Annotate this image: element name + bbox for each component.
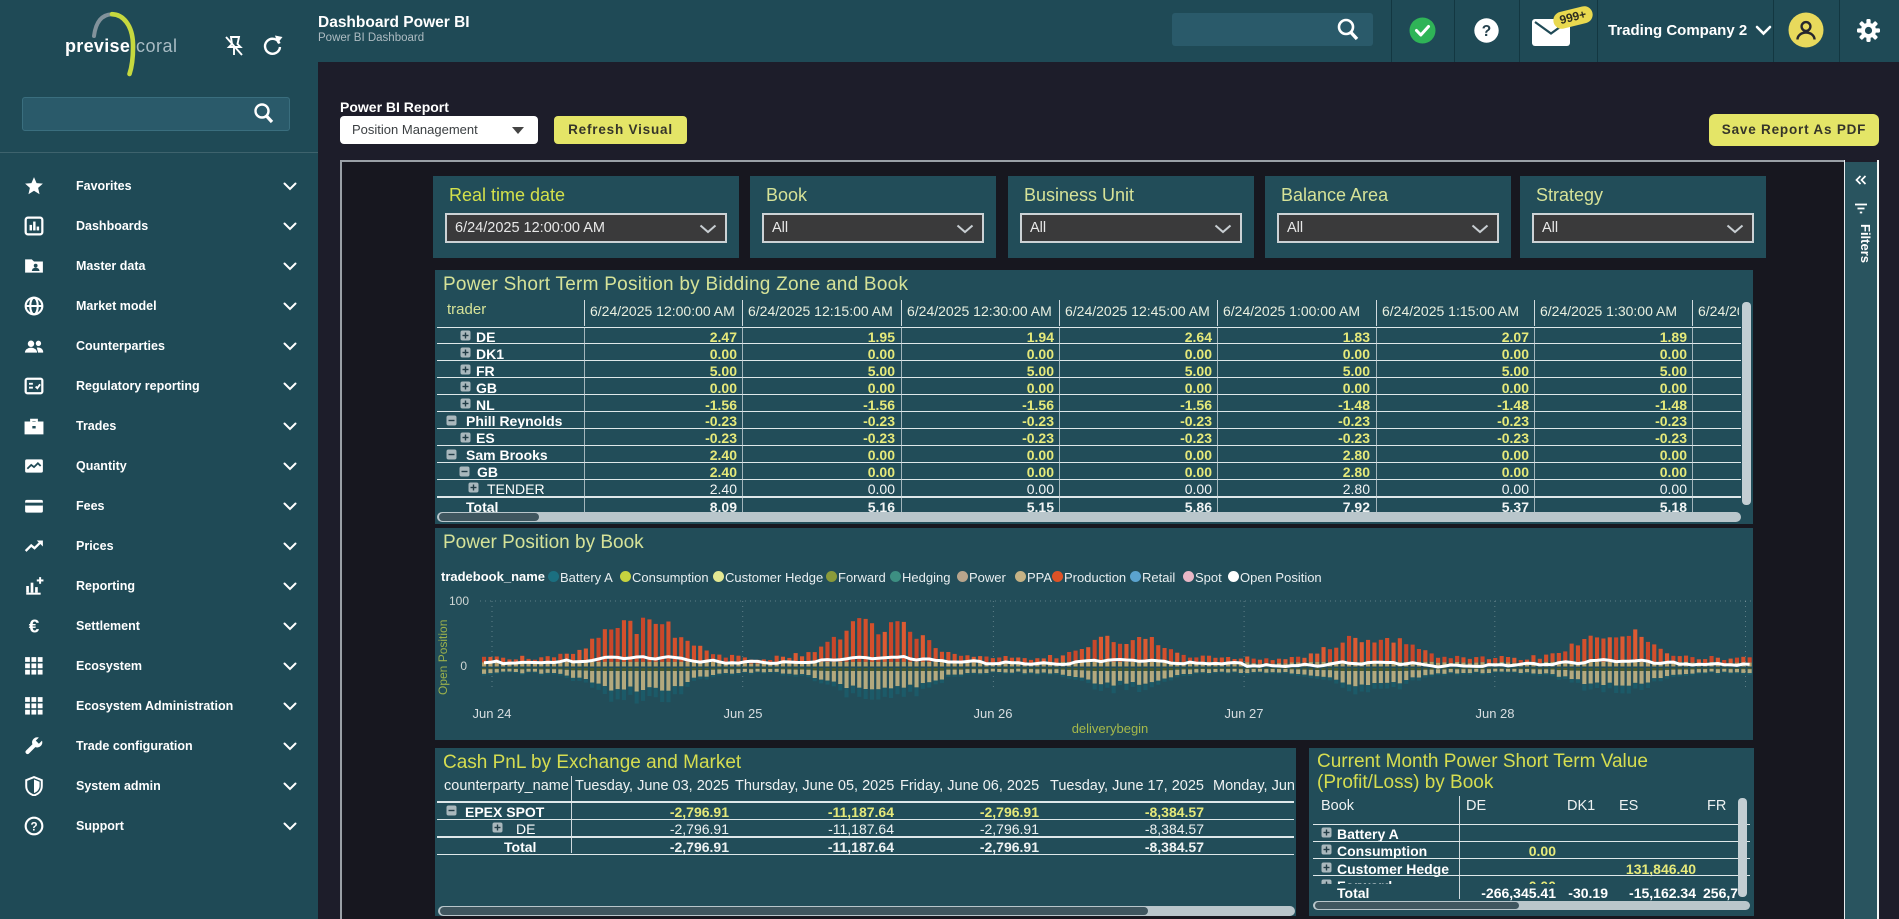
svg-text:€: € [29,617,40,636]
svg-text:?: ? [1482,23,1491,40]
svg-text:?: ? [30,820,37,833]
